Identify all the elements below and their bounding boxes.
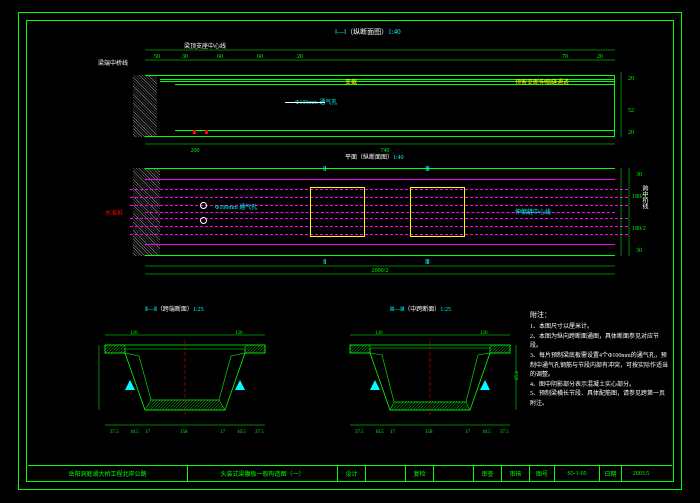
red-marker bbox=[193, 130, 196, 134]
vent-label-plan: Φ100mm 通气孔 bbox=[215, 202, 257, 211]
svg-text:60: 60 bbox=[257, 54, 263, 60]
svg-text:20: 20 bbox=[297, 54, 303, 60]
elevation-view: Ⅰ—ⅠⅠ—Ⅰ（纵断面图）1:40（纵断面图）1:40 50 30 60 60 2… bbox=[145, 30, 615, 150]
svg-text:37.5: 37.5 bbox=[255, 430, 264, 435]
lbl-sheet: 图号 bbox=[530, 466, 555, 481]
elev-right-dims: 20 52 20 bbox=[617, 72, 647, 142]
svg-text:158: 158 bbox=[425, 430, 433, 435]
xsec2-title: Ⅲ—Ⅲ（中跨断面）1:25 bbox=[390, 304, 451, 313]
svg-text:120: 120 bbox=[375, 331, 383, 336]
svg-text:30: 30 bbox=[636, 248, 642, 254]
svg-text:30: 30 bbox=[636, 172, 642, 178]
yellow-box-1 bbox=[310, 187, 365, 237]
elevation-title: Ⅰ—ⅠⅠ—Ⅰ（纵断面图）1:40（纵断面图）1:40 bbox=[335, 27, 401, 37]
svg-text:30: 30 bbox=[182, 54, 188, 60]
notes-block: 附注： 1、本图尺寸以厘米计。 2、本图为纵向跨断面通图，具体断面参见对应节段。… bbox=[530, 310, 670, 410]
svg-text:20: 20 bbox=[628, 130, 634, 136]
svg-text:20: 20 bbox=[597, 54, 603, 60]
svg-text:180/2: 180/2 bbox=[632, 226, 646, 232]
lbl-date: 日期 bbox=[600, 466, 622, 481]
box-girder-1: 120 120 37.5 10.5 17 158 17 10.5 37.5 65… bbox=[95, 330, 275, 440]
vent-hole bbox=[200, 202, 207, 209]
svg-text:52: 52 bbox=[628, 108, 634, 114]
top-dimensions: 50 30 60 60 20 70 20 梁顶支座中心线 bbox=[145, 42, 615, 68]
svg-text:65.4: 65.4 bbox=[515, 371, 520, 380]
lbl-check: 复检 bbox=[406, 466, 434, 481]
sheet-no: S5-1-05 bbox=[555, 466, 600, 481]
svg-text:37.5: 37.5 bbox=[355, 430, 364, 435]
vent-arrow bbox=[285, 102, 325, 103]
red-marker bbox=[205, 130, 208, 134]
plan-right-dims: 30 180/2 180/2 30 bbox=[617, 168, 647, 258]
lbl-review: 审查 bbox=[474, 466, 502, 481]
note-1: 1、本图尺寸以厘米计。 bbox=[530, 323, 670, 333]
cross-section-2: Ⅲ—Ⅲ（中跨断面）1:25 120 120 37.5 10.5 17 158 1… bbox=[340, 310, 520, 440]
svg-text:17: 17 bbox=[145, 430, 151, 435]
box-girder-2: 120 120 37.5 10.5 17 158 17 10.5 37.5 65… bbox=[340, 330, 520, 440]
svg-text:梁顶支座中心线: 梁顶支座中心线 bbox=[184, 42, 226, 50]
xsec1-title: Ⅱ—Ⅱ（跨端断面）1:25 bbox=[145, 304, 204, 313]
svg-text:10.5: 10.5 bbox=[237, 430, 246, 435]
svg-text:37.5: 37.5 bbox=[110, 430, 119, 435]
drawing-name: 头装式梁腹板一般构造图（一） bbox=[188, 466, 338, 481]
yellow-label-2: 预留变断伸缩缝通道 bbox=[515, 77, 569, 86]
side-label-right: 跨中桥线 bbox=[640, 185, 649, 209]
svg-text:10.5: 10.5 bbox=[375, 430, 384, 435]
svg-text:120: 120 bbox=[130, 331, 138, 336]
notes-title: 附注： bbox=[530, 310, 670, 321]
svg-text:20: 20 bbox=[628, 76, 634, 82]
note-5: 5、预制梁横长节段、具体配筋图，请参见跨第一页附注。 bbox=[530, 390, 670, 409]
svg-text:65.4: 65.4 bbox=[95, 371, 97, 380]
svg-text:120: 120 bbox=[235, 331, 243, 336]
water-mark: 水准桩 bbox=[105, 208, 123, 217]
vent-hole bbox=[200, 217, 207, 224]
plan-title: 平面（纵断面图）1:40 bbox=[345, 152, 404, 161]
lbl-approve: 审核 bbox=[502, 466, 530, 481]
title-block: 岳阳洞庭湖大桥工程北岸公路 头装式梁腹板一般构造图（一） 设计 复检 审查 审核… bbox=[28, 465, 672, 481]
note-2: 2、本图为纵向跨断面通图，具体断面参见对应节段。 bbox=[530, 333, 670, 352]
side-label-left: 梁端中桥线 bbox=[98, 58, 128, 67]
project-name: 岳阳洞庭湖大桥工程北岸公路 bbox=[28, 466, 188, 481]
plan-bottom-dims: 2000/2 bbox=[145, 260, 615, 278]
svg-text:120: 120 bbox=[480, 331, 488, 336]
svg-text:50: 50 bbox=[154, 54, 160, 60]
svg-text:10.5: 10.5 bbox=[130, 430, 139, 435]
section-mark-3: Ⅲ bbox=[425, 165, 430, 173]
cross-section-1: Ⅱ—Ⅱ（跨端断面）1:25 120 120 37.5 10.5 17 158 1… bbox=[95, 310, 275, 440]
svg-text:17: 17 bbox=[220, 430, 226, 435]
svg-text:10.5: 10.5 bbox=[482, 430, 491, 435]
svg-text:200: 200 bbox=[191, 148, 200, 154]
svg-text:2000/2: 2000/2 bbox=[372, 268, 389, 274]
svg-text:60: 60 bbox=[217, 54, 223, 60]
svg-text:17: 17 bbox=[390, 430, 396, 435]
yellow-box-2 bbox=[410, 187, 465, 237]
svg-text:17: 17 bbox=[465, 430, 471, 435]
lbl-design: 设计 bbox=[338, 466, 366, 481]
plan-seal-label: 伸缩缝中心线 bbox=[515, 207, 551, 216]
section-mark-2: Ⅱ bbox=[323, 165, 326, 173]
svg-text:37.5: 37.5 bbox=[500, 430, 509, 435]
date-val: 2003.5 bbox=[622, 466, 660, 481]
note-4: 4、图中阴影部分表示混凝土实心部分。 bbox=[530, 381, 670, 391]
plan-view: 平面（纵断面图）1:40 Φ100mm 通气孔 伸缩缝中心线 水准桩 Ⅱ Ⅱ Ⅲ… bbox=[145, 160, 615, 275]
note-3: 3、每片预制梁底板需设置4个Φ100mm的通气孔，预制中通气孔钢筋与节段内部有冲… bbox=[530, 352, 670, 381]
yellow-label-1: 变截 bbox=[345, 77, 357, 86]
svg-text:70: 70 bbox=[562, 54, 568, 60]
svg-text:158: 158 bbox=[180, 430, 188, 435]
